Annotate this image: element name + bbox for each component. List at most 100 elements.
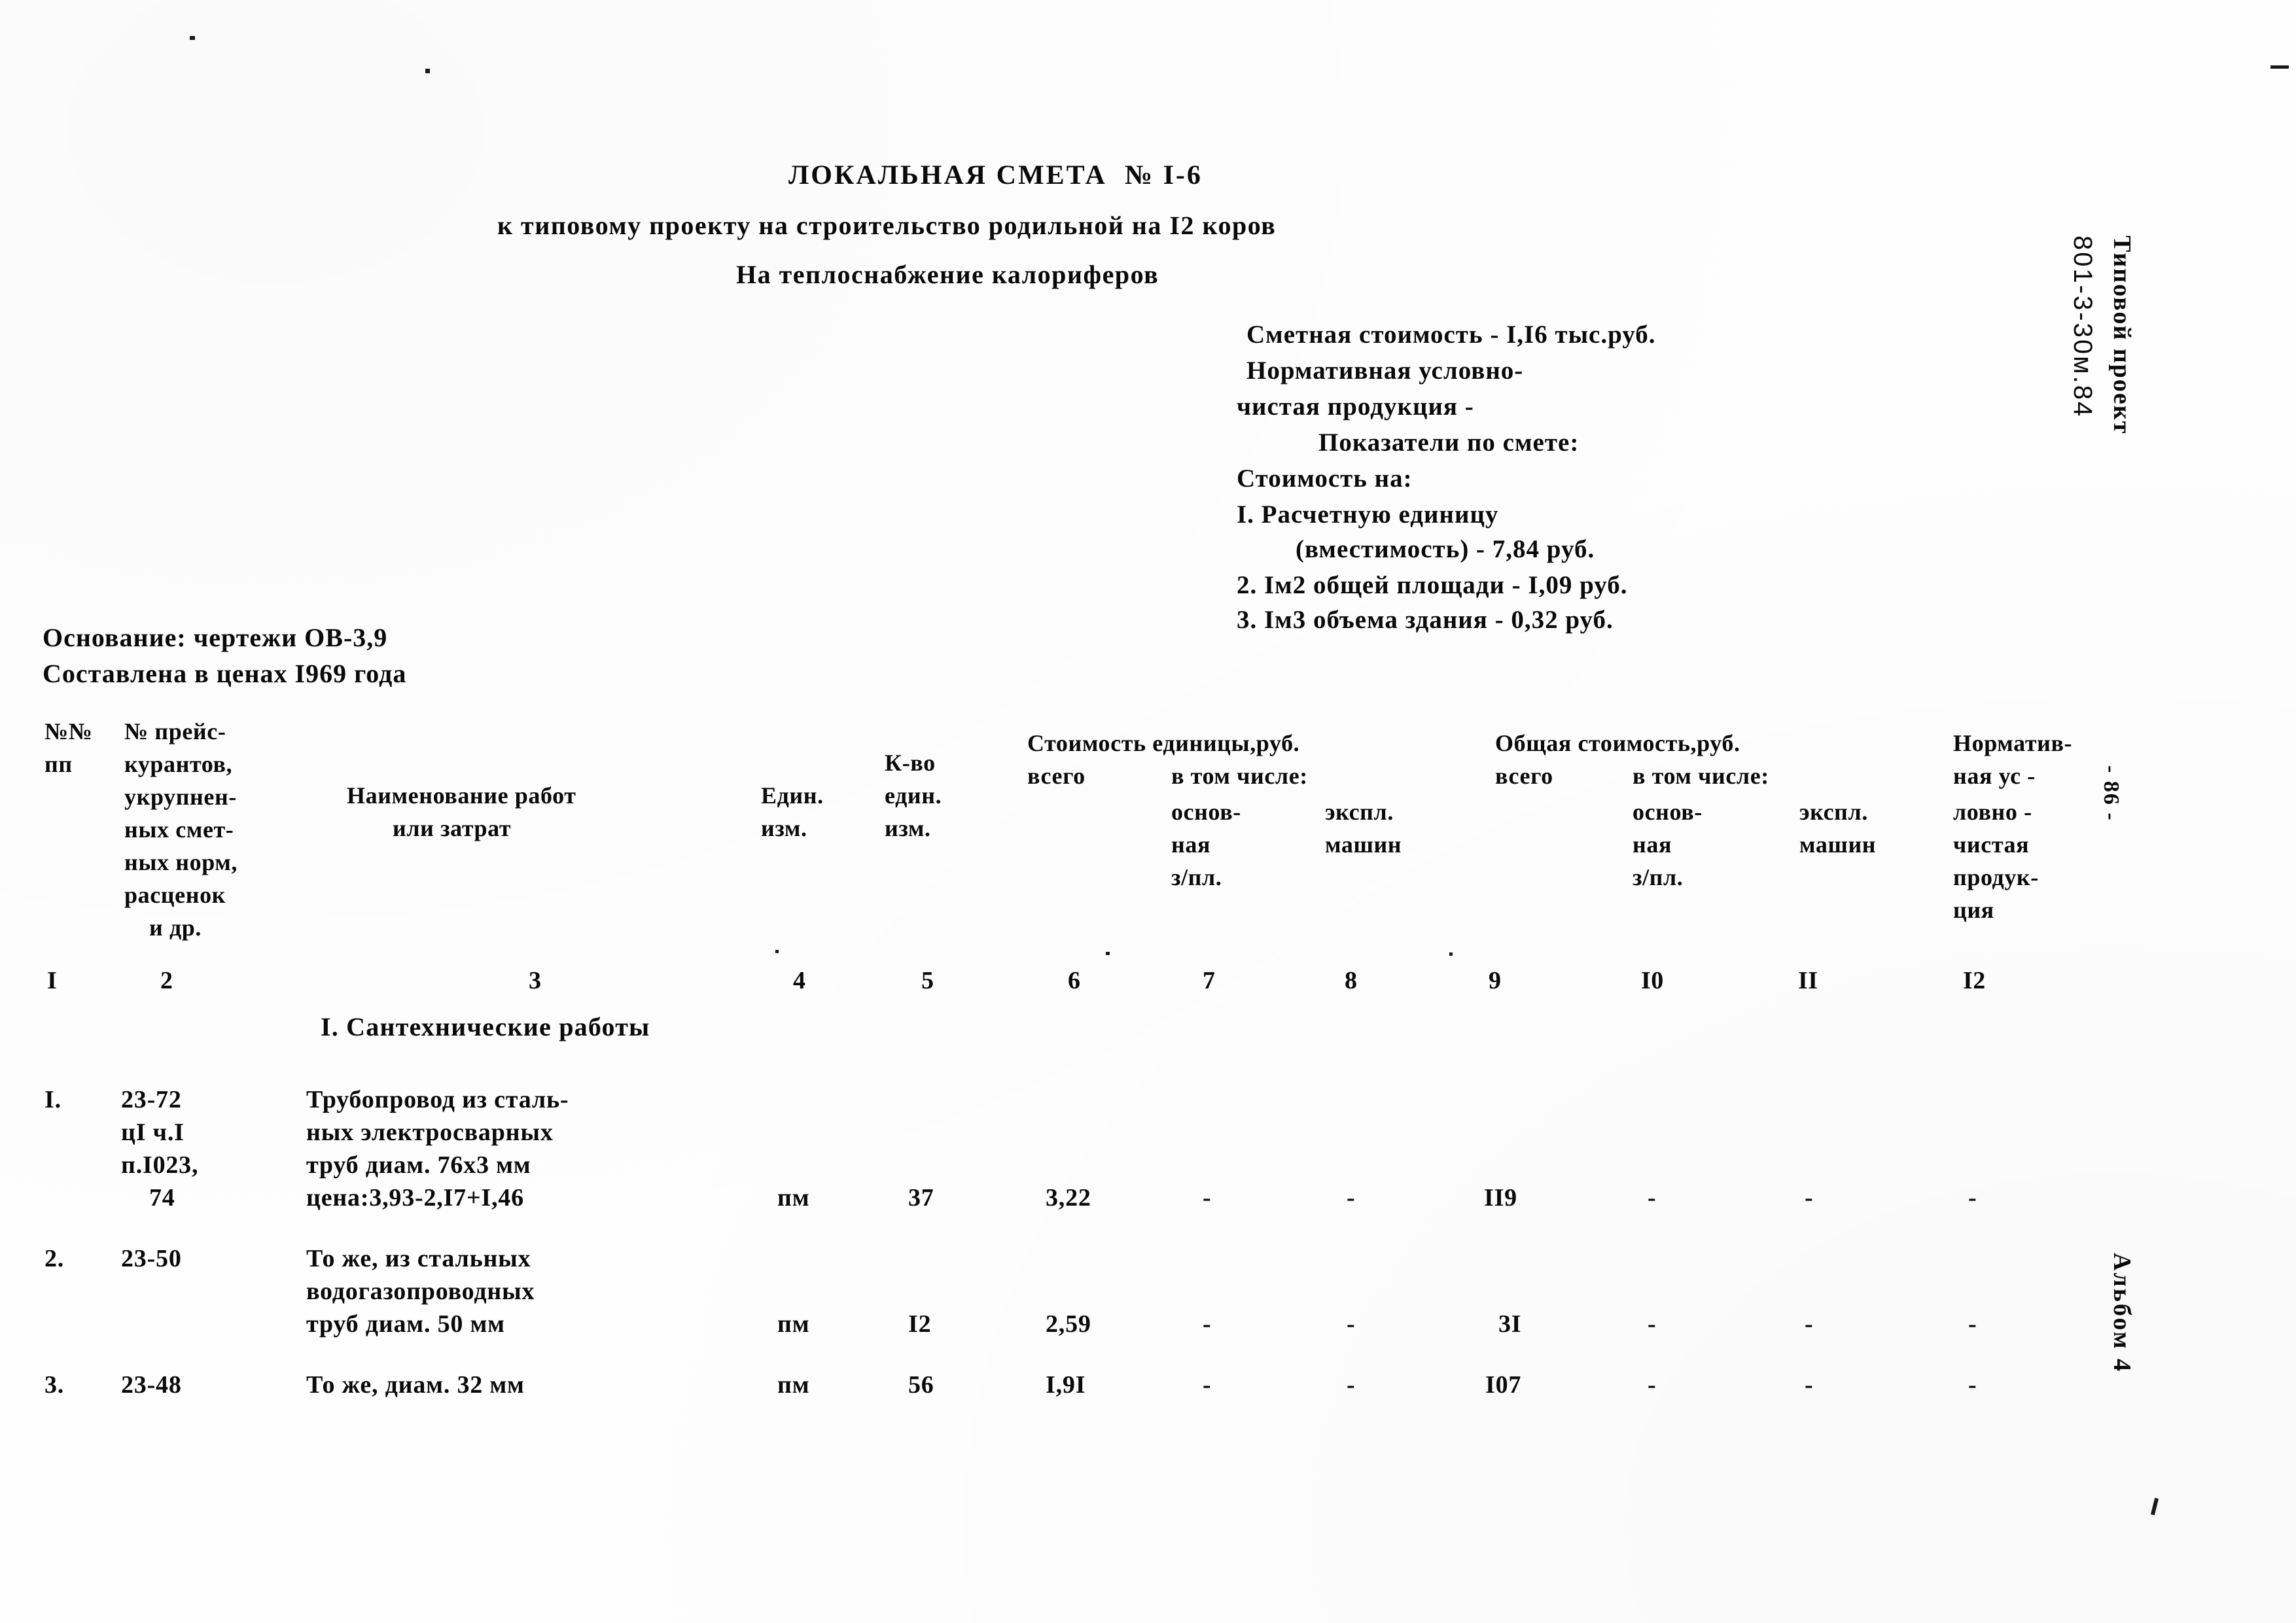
row2-code-line1: 23-50 bbox=[121, 1245, 182, 1272]
th-col2-line6: расценок bbox=[124, 882, 226, 908]
row1-net-product: - bbox=[1968, 1184, 1977, 1212]
row1-unit: пм bbox=[777, 1184, 810, 1212]
th-col9: всего bbox=[1495, 763, 1553, 789]
th-col2-line3: укрупнен- bbox=[124, 784, 237, 810]
colnum-8: 8 bbox=[1345, 967, 1358, 994]
row3-qty: 56 bbox=[908, 1371, 934, 1399]
colnum-2: 2 bbox=[160, 967, 173, 994]
document-subtitle-scope: На теплоснабжение калориферов bbox=[736, 260, 1159, 289]
row3-total-mach: - bbox=[1805, 1371, 1814, 1399]
th-col4-line1: Един. bbox=[761, 782, 824, 809]
th-col11-line2: машин bbox=[1799, 831, 1877, 858]
row3-total: I07 bbox=[1485, 1371, 1522, 1399]
th-col6: всего bbox=[1027, 763, 1086, 789]
margin-project-code: 801-3-30м.84 bbox=[2068, 236, 2097, 419]
scan-speck bbox=[2150, 1497, 2159, 1516]
th-col11-line1: экспл. bbox=[1799, 799, 1868, 825]
th-group-total-cost: Общая стоимость,руб. bbox=[1495, 730, 1740, 756]
th-col1-line2: пп bbox=[44, 751, 73, 777]
th-col2-line4: ных смет- bbox=[124, 816, 234, 843]
row3-name-line1: То же, диам. 32 мм bbox=[306, 1371, 525, 1399]
table-row: 2. bbox=[44, 1245, 65, 1272]
row2-total: 3I bbox=[1498, 1310, 1522, 1338]
row1-code-line1: 23-72 bbox=[121, 1086, 182, 1113]
row2-unit-wage: - bbox=[1203, 1310, 1212, 1338]
th-col2-line1: № прейс- bbox=[124, 718, 226, 744]
th-col5-line1: К-во bbox=[885, 750, 936, 776]
th-col5-line2: един. bbox=[885, 782, 942, 809]
table-row: I. bbox=[44, 1086, 62, 1113]
row1-unit-total: 3,22 bbox=[1046, 1184, 1091, 1212]
th-col8-line2: машин bbox=[1325, 831, 1402, 858]
document-page: ЛОКАЛЬНАЯ СМЕТА № I-6 к типовому проекту… bbox=[0, 0, 2296, 1623]
colnum-12: I2 bbox=[1963, 967, 1986, 994]
th-col2-line5: ных норм, bbox=[124, 849, 238, 875]
scan-speck bbox=[1106, 952, 1110, 955]
row1-name-line1: Трубопровод из сталь- bbox=[306, 1086, 569, 1113]
colnum-1: I bbox=[47, 967, 58, 994]
th-col8-line1: экспл. bbox=[1325, 799, 1394, 825]
row1-code-line2: цI ч.I bbox=[121, 1119, 185, 1146]
row2-unit: пм bbox=[777, 1310, 810, 1338]
th-col7-line2: ная bbox=[1171, 831, 1211, 858]
row3-unit-mach: - bbox=[1347, 1371, 1356, 1399]
row1-name-line3: труб диам. 76х3 мм bbox=[306, 1151, 531, 1179]
colnum-6: 6 bbox=[1068, 967, 1081, 994]
th-col2-line2: курантов, bbox=[124, 751, 233, 777]
margin-page-number: - 86 - bbox=[2099, 765, 2123, 822]
th-col12-line5: продук- bbox=[1953, 864, 2039, 890]
summary-item-3: 3. Iм3 объема здания - 0,32 руб. bbox=[1237, 606, 1614, 634]
row2-qty: I2 bbox=[908, 1310, 932, 1338]
th-sub-unit: в том числе: bbox=[1171, 763, 1308, 789]
th-col3-line1: Наименование работ bbox=[347, 782, 576, 809]
summary-estimate-cost: Сметная стоимость - I,I6 тыс.руб. bbox=[1246, 321, 1656, 349]
th-col12-line3: ловно - bbox=[1953, 799, 2032, 825]
colnum-7: 7 bbox=[1203, 967, 1216, 994]
th-col12-line1: Норматив- bbox=[1953, 730, 2073, 756]
summary-indicators-head: Показатели по смете: bbox=[1318, 428, 1580, 457]
th-col10-line2: ная bbox=[1633, 831, 1672, 858]
th-col12-line4: чистая bbox=[1953, 831, 2030, 858]
row2-total-wage: - bbox=[1648, 1310, 1657, 1338]
row2-name-line1: То же, из стальных bbox=[306, 1245, 531, 1272]
th-col5-line3: изм. bbox=[885, 815, 931, 841]
row2-unit-mach: - bbox=[1347, 1310, 1356, 1338]
summary-normative-line1: Нормативная условно- bbox=[1246, 357, 1524, 385]
row2-name-line2: водогазопроводных bbox=[306, 1278, 535, 1305]
summary-item-1: I. Расчетную единицу bbox=[1237, 500, 1499, 529]
table-row: 3. bbox=[44, 1371, 65, 1399]
colnum-4: 4 bbox=[793, 967, 806, 994]
row3-net-product: - bbox=[1968, 1371, 1977, 1399]
colnum-3: 3 bbox=[529, 967, 542, 994]
row3-unit-total: I,9I bbox=[1046, 1371, 1086, 1399]
th-col7-line3: з/пл. bbox=[1171, 864, 1222, 890]
summary-item-2: 2. Iм2 общей площади - I,09 руб. bbox=[1237, 571, 1628, 599]
th-col7-line1: основ- bbox=[1171, 799, 1241, 825]
basis-price-year: Составлена в ценах I969 года bbox=[43, 659, 407, 688]
th-col2-line7: и др. bbox=[149, 915, 202, 941]
row3-unit-wage: - bbox=[1203, 1371, 1212, 1399]
scan-speck bbox=[1449, 952, 1453, 956]
row2-name-line3: труб диам. 50 мм bbox=[306, 1310, 505, 1338]
summary-item-1-value: (вместимость) - 7,84 руб. bbox=[1296, 535, 1595, 563]
row2-total-mach: - bbox=[1805, 1310, 1814, 1338]
row3-code-line1: 23-48 bbox=[121, 1371, 182, 1399]
th-col10-line1: основ- bbox=[1633, 799, 1703, 825]
summary-normative-line2: чистая продукция - bbox=[1237, 393, 1474, 421]
document-subtitle-project: к типовому проекту на строительство роди… bbox=[497, 211, 1277, 240]
scan-speck bbox=[425, 69, 430, 73]
th-group-unit-cost: Стоимость единицы,руб. bbox=[1027, 730, 1300, 756]
margin-album: Альбом 4 bbox=[2108, 1253, 2136, 1374]
colnum-11: II bbox=[1798, 967, 1818, 994]
row3-unit: пм bbox=[777, 1371, 810, 1399]
row1-code-line4: 74 bbox=[149, 1184, 175, 1212]
th-sub-total: в том числе: bbox=[1633, 763, 1769, 789]
th-col3-line2: или затрат bbox=[393, 815, 512, 841]
row1-total-wage: - bbox=[1648, 1184, 1657, 1212]
page-title: ЛОКАЛЬНАЯ СМЕТА № I-6 bbox=[788, 160, 1203, 190]
row3-total-wage: - bbox=[1648, 1371, 1657, 1399]
row2-unit-total: 2,59 bbox=[1046, 1310, 1091, 1338]
basis-drawings: Основание: чертежи ОВ-3,9 bbox=[43, 623, 388, 652]
th-col12-line6: ция bbox=[1953, 897, 1994, 923]
th-col10-line3: з/пл. bbox=[1633, 864, 1684, 890]
